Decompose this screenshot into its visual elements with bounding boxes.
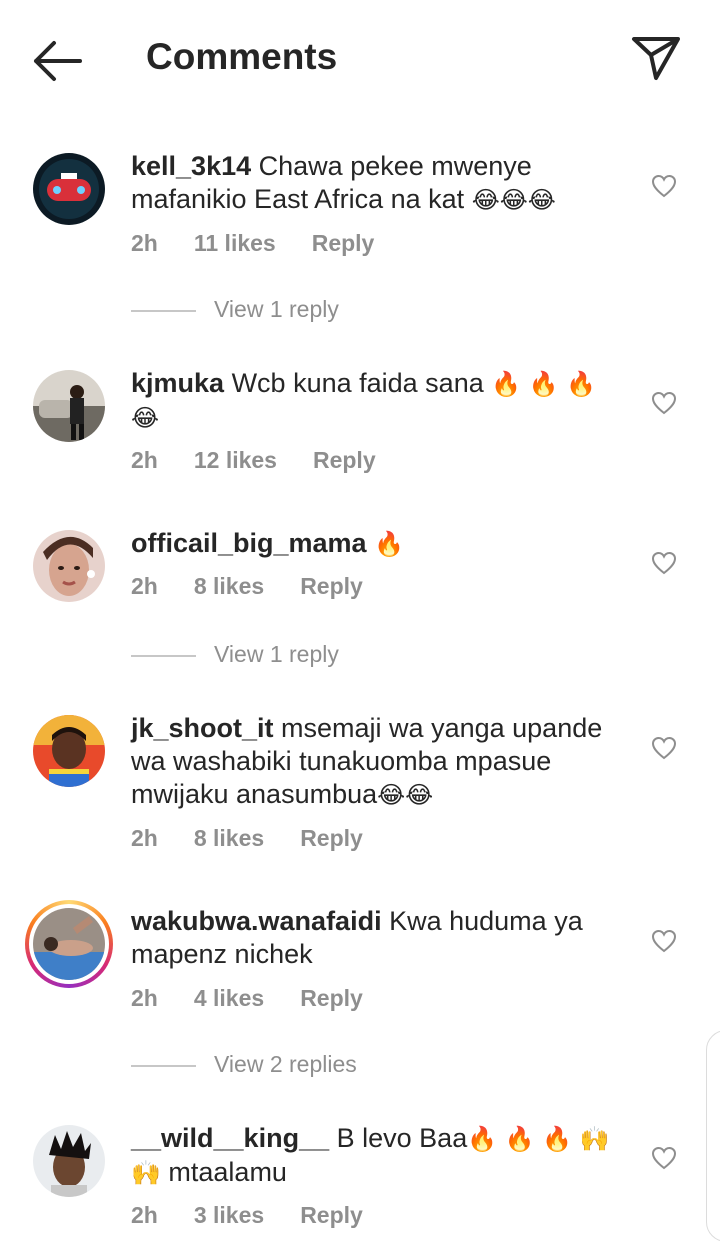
header-bar: Comments: [0, 0, 720, 120]
comment-time: 2h: [131, 447, 158, 473]
comment-meta: 2h 8 likes Reply: [131, 825, 399, 852]
back-arrow-icon[interactable]: [30, 38, 84, 84]
comment-likes[interactable]: 8 likes: [194, 825, 264, 851]
heart-icon[interactable]: [651, 174, 677, 198]
page-title: Comments: [146, 36, 338, 77]
comment-meta: 2h 11 likes Reply: [131, 230, 410, 257]
heart-icon[interactable]: [651, 551, 677, 575]
comment-emoji: 🔥: [374, 530, 404, 558]
avatar[interactable]: [33, 715, 105, 787]
comment-time: 2h: [131, 825, 158, 851]
comment-time: 2h: [131, 1202, 158, 1228]
divider-line: [131, 655, 196, 657]
avatar[interactable]: [33, 153, 105, 225]
comment-body-continued: mtaalamu: [168, 1157, 287, 1187]
comment-text: __wild__king__ B levo Baa🔥 🔥 🔥 🙌🙌 mtaala…: [131, 1122, 631, 1190]
comment-time: 2h: [131, 230, 158, 256]
heart-icon[interactable]: [651, 736, 677, 760]
reply-button[interactable]: Reply: [300, 985, 363, 1011]
reply-button[interactable]: Reply: [312, 230, 375, 256]
comment-likes[interactable]: 11 likes: [194, 230, 276, 256]
view-replies-label[interactable]: View 2 replies: [214, 1051, 357, 1078]
view-replies-label[interactable]: View 1 reply: [214, 296, 339, 323]
comment-username[interactable]: jk_shoot_it: [131, 713, 274, 743]
reply-button[interactable]: Reply: [300, 573, 363, 599]
comment-likes[interactable]: 12 likes: [194, 447, 277, 473]
avatar[interactable]: [33, 1125, 105, 1197]
comment-username[interactable]: kjmuka: [131, 368, 224, 398]
comment-text: kell_3k14 Chawa pekee mwenye mafanikio E…: [131, 150, 631, 217]
comment-time: 2h: [131, 985, 158, 1011]
heart-icon[interactable]: [651, 391, 677, 415]
side-panel-edge[interactable]: [706, 1030, 720, 1242]
comment-likes[interactable]: 3 likes: [194, 1202, 264, 1228]
heart-icon[interactable]: [651, 1146, 677, 1170]
comment-text: officail_big_mama 🔥: [131, 527, 631, 561]
comment-username[interactable]: wakubwa.wanafaidi: [131, 906, 382, 936]
avatar: [33, 908, 105, 980]
reply-button[interactable]: Reply: [313, 447, 376, 473]
reply-button[interactable]: Reply: [300, 1202, 363, 1228]
comment-time: 2h: [131, 573, 158, 599]
reply-button[interactable]: Reply: [300, 825, 363, 851]
comment-username[interactable]: officail_big_mama: [131, 528, 367, 558]
comment-likes[interactable]: 4 likes: [194, 985, 264, 1011]
comment-username[interactable]: kell_3k14: [131, 151, 251, 181]
comment-body: Wcb kuna faida sana: [231, 368, 484, 398]
comment-text: kjmuka Wcb kuna faida sana 🔥 🔥 🔥 😂: [131, 367, 631, 435]
comment-meta: 2h 8 likes Reply: [131, 573, 399, 600]
comment-emoji: 😂😂😂: [471, 186, 556, 214]
avatar-story-ring[interactable]: [25, 900, 113, 988]
comment-username[interactable]: __wild__king__: [131, 1123, 329, 1153]
comment-text: wakubwa.wanafaidi Kwa huduma ya mapenz n…: [131, 905, 631, 971]
paper-plane-icon[interactable]: [630, 34, 682, 82]
comment-likes[interactable]: 8 likes: [194, 573, 264, 599]
avatar[interactable]: [33, 370, 105, 442]
divider-line: [131, 1065, 196, 1067]
avatar[interactable]: [33, 530, 105, 602]
heart-icon[interactable]: [651, 929, 677, 953]
comment-text: jk_shoot_it msemaji wa yanga upande wa w…: [131, 712, 631, 812]
divider-line: [131, 310, 196, 312]
comment-meta: 2h 4 likes Reply: [131, 985, 399, 1012]
comment-body: B levo Baa: [336, 1123, 468, 1153]
view-replies-label[interactable]: View 1 reply: [214, 641, 339, 668]
comment-meta: 2h 3 likes Reply: [131, 1202, 399, 1229]
comment-emoji: 😂😂: [377, 781, 434, 809]
comment-meta: 2h 12 likes Reply: [131, 447, 412, 474]
